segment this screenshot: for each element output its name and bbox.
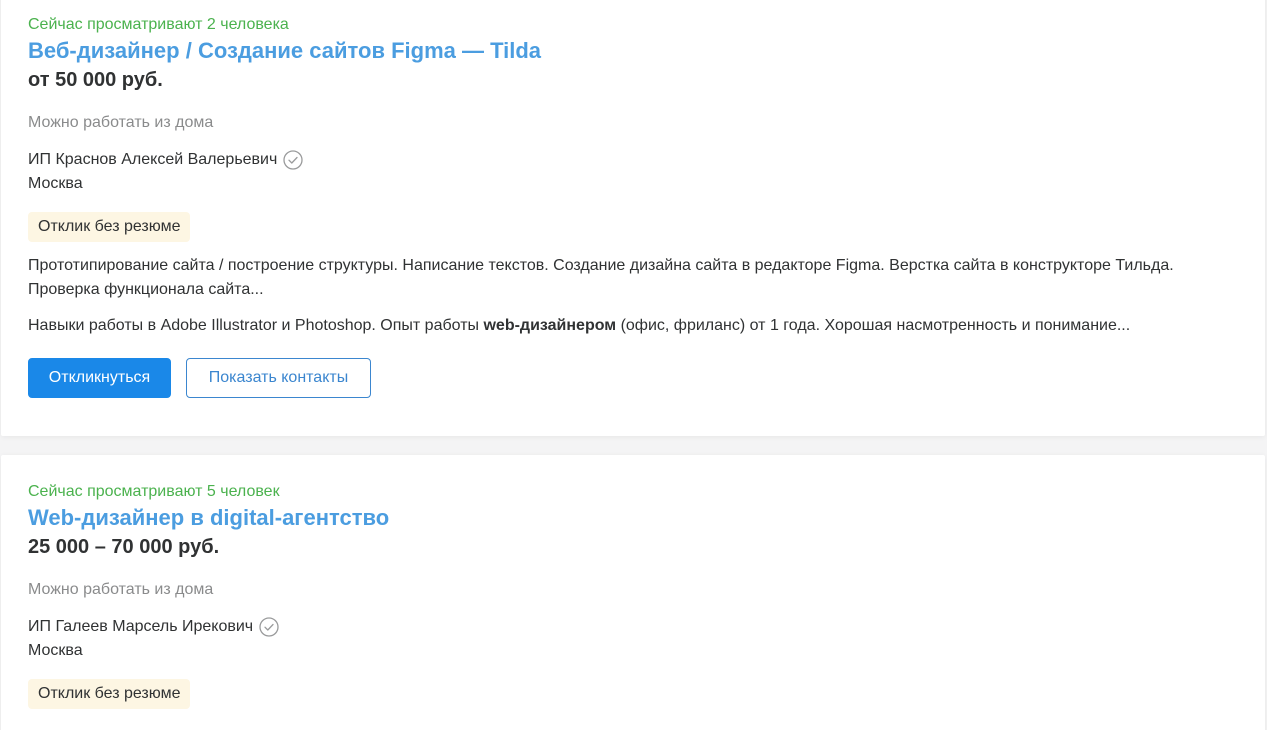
requirements-text-before: Навыки работы в Adobe Illustrator и Phot… [28, 317, 484, 334]
vacancy-card: Сейчас просматривают 5 человек Web-дизай… [1, 455, 1265, 730]
no-resume-badge: Отклик без резюме [28, 679, 191, 709]
vacancy-city: Москва [28, 642, 83, 659]
employer-name-link[interactable]: ИП Галеев Марсель Ирекович [28, 616, 253, 638]
employer-row: ИП Краснов Алексей Валерьевич [28, 149, 1238, 171]
vacancy-salary: 25 000 – 70 000 руб. [28, 536, 220, 558]
vacancy-title-link[interactable]: Веб-дизайнер / Создание сайтов Figma — T… [28, 37, 541, 65]
vacancy-title-link[interactable]: Web-дизайнер в digital-агентство [28, 504, 389, 532]
vacancy-feed: Сейчас просматривают 2 человека Веб-диза… [0, 0, 1267, 730]
viewers-count: Сейчас просматривают 5 человек [28, 483, 280, 500]
remote-work-label: Можно работать из дома [28, 114, 214, 131]
vacancy-actions: Откликнуться Показать контакты [28, 358, 1238, 398]
requirements-highlight: web-дизайнером [483, 317, 617, 334]
remote-work-label: Можно работать из дома [28, 581, 214, 598]
no-resume-badge: Отклик без резюме [28, 212, 191, 242]
requirements-snippet: Навыки работы в Adobe Illustrator и Phot… [28, 314, 1238, 338]
vacancy-salary: от 50 000 руб. [28, 69, 163, 91]
employer-row: ИП Галеев Марсель Ирекович [28, 616, 1238, 638]
viewers-count: Сейчас просматривают 2 человека [28, 16, 289, 33]
employer-name-link[interactable]: ИП Краснов Алексей Валерьевич [28, 149, 277, 171]
check-circle-icon [258, 616, 280, 638]
check-circle-icon [282, 149, 304, 171]
vacancy-card: Сейчас просматривают 2 человека Веб-диза… [1, 0, 1265, 436]
show-contacts-button[interactable]: Показать контакты [186, 358, 371, 398]
requirements-text-after: (офис, фриланс) от 1 года. Хорошая насмо… [616, 317, 1131, 334]
responsibilities-snippet: Прототипирование сайта / построение стру… [28, 257, 1174, 298]
respond-button[interactable]: Откликнуться [28, 358, 171, 398]
vacancy-city: Москва [28, 175, 83, 192]
